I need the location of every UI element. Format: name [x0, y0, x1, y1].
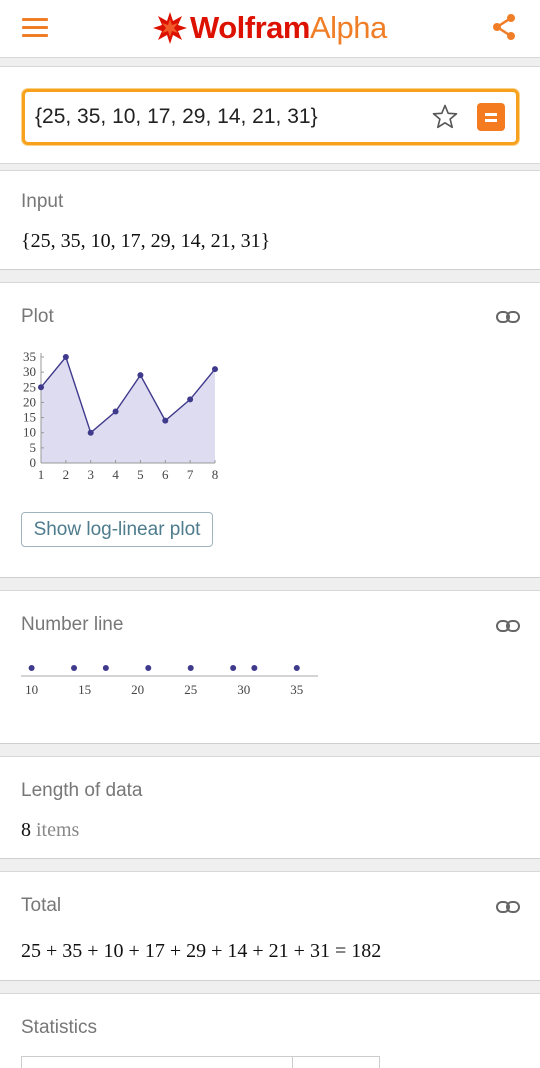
- x-tick-label: 1: [38, 467, 45, 482]
- number-line-tick-label: 15: [78, 682, 91, 697]
- statistics-table: [21, 1056, 380, 1068]
- length-pod-title: Length of data: [21, 780, 143, 801]
- logo-text: WolframAlpha: [190, 10, 387, 46]
- plot-point: [38, 384, 44, 391]
- y-tick-label: 10: [23, 425, 36, 440]
- plot-point: [212, 366, 218, 373]
- total-pod: Total 25 + 35 + 10 + 17 + 29 + 14 + 21 +…: [0, 871, 540, 981]
- number-line-tick-label: 20: [131, 682, 144, 697]
- x-tick-label: 6: [162, 467, 169, 482]
- x-tick-label: 8: [212, 467, 219, 482]
- statistics-pod: Statistics: [0, 993, 540, 1068]
- input-pod-title: Input: [21, 191, 64, 212]
- number-line-point: [145, 665, 152, 671]
- search-pod: {25, 35, 10, 17, 29, 14, 21, 31}: [0, 66, 540, 164]
- favorite-star-icon[interactable]: [431, 103, 459, 131]
- y-tick-label: 30: [23, 364, 36, 379]
- x-tick-label: 7: [187, 467, 194, 482]
- x-tick-label: 3: [87, 467, 94, 482]
- permalink-icon[interactable]: [496, 310, 520, 324]
- plot-pod-title: Plot: [21, 306, 54, 327]
- number-line-pod-title: Number line: [21, 614, 124, 635]
- plot-point: [112, 408, 119, 415]
- logo-alpha-text: Alpha: [309, 10, 387, 45]
- number-line-tick-label: 30: [237, 682, 250, 697]
- total-pod-title: Total: [21, 895, 62, 916]
- number-line-chart: 10 15 20 25 30 35: [21, 665, 318, 697]
- number-line-point: [71, 665, 78, 671]
- wolfram-spikey-icon: [153, 12, 187, 44]
- x-tick-label: 4: [112, 467, 119, 482]
- length-count: 8: [21, 819, 31, 841]
- menu-icon[interactable]: [22, 15, 50, 39]
- plot-pod: Plot 0 5 10 15 20 25 30 35 1 2 3 4 5 6 7 8 Show log-lin…: [0, 282, 540, 578]
- number-line-point: [187, 665, 194, 671]
- permalink-icon[interactable]: [496, 619, 520, 633]
- search-query-text[interactable]: {25, 35, 10, 17, 29, 14, 21, 31}: [35, 105, 318, 129]
- length-pod: Length of data 8 items: [0, 756, 540, 859]
- number-line-tick-label: 35: [290, 682, 303, 697]
- compute-equals-button[interactable]: [477, 103, 505, 131]
- number-line-point: [28, 665, 35, 671]
- share-icon[interactable]: [490, 13, 518, 41]
- number-line-point: [102, 665, 109, 671]
- number-line-point: [251, 665, 258, 671]
- x-tick-label: 2: [63, 467, 70, 482]
- y-tick-label: 15: [23, 410, 36, 425]
- number-line-point: [230, 665, 237, 671]
- logo-wolfram-text: Wolfram: [190, 10, 310, 45]
- x-tick-label: 5: [137, 467, 144, 482]
- y-tick-label: 25: [23, 379, 36, 394]
- plot-point: [187, 396, 194, 403]
- y-tick-label: 20: [23, 394, 36, 409]
- number-line-point: [293, 665, 300, 671]
- data-plot: 051015202530351 2 3 4 5 6 7 8: [23, 349, 219, 482]
- search-input[interactable]: {25, 35, 10, 17, 29, 14, 21, 31}: [22, 89, 519, 145]
- total-value: 25 + 35 + 10 + 17 + 29 + 14 + 21 + 31 = …: [21, 940, 382, 962]
- plot-point: [87, 429, 94, 436]
- number-line-tick-label: 10: [25, 682, 38, 697]
- y-tick-label: 35: [23, 349, 36, 364]
- top-bar: WolframAlpha: [0, 0, 540, 58]
- number-line-pod: Number line 10 15 20 25 30 35: [0, 590, 540, 744]
- plot-area-fill: [41, 357, 215, 463]
- input-value: {25, 35, 10, 17, 29, 14, 21, 31}: [21, 230, 271, 252]
- input-pod: Input {25, 35, 10, 17, 29, 14, 21, 31}: [0, 170, 540, 270]
- wolframalpha-logo[interactable]: WolframAlpha: [152, 8, 387, 48]
- statistics-pod-title: Statistics: [21, 1017, 98, 1038]
- y-tick-label: 0: [30, 455, 37, 470]
- table-divider: [292, 1057, 293, 1068]
- length-value: 8 items: [21, 819, 79, 842]
- number-line-tick-label: 25: [184, 682, 197, 697]
- plot-point: [137, 372, 144, 379]
- y-tick-label: 5: [30, 440, 37, 455]
- length-unit: items: [36, 819, 80, 841]
- permalink-icon[interactable]: [496, 900, 520, 914]
- plot-point: [62, 354, 69, 360]
- show-log-linear-plot-button[interactable]: Show log-linear plot: [21, 512, 213, 547]
- plot-point: [162, 417, 169, 424]
